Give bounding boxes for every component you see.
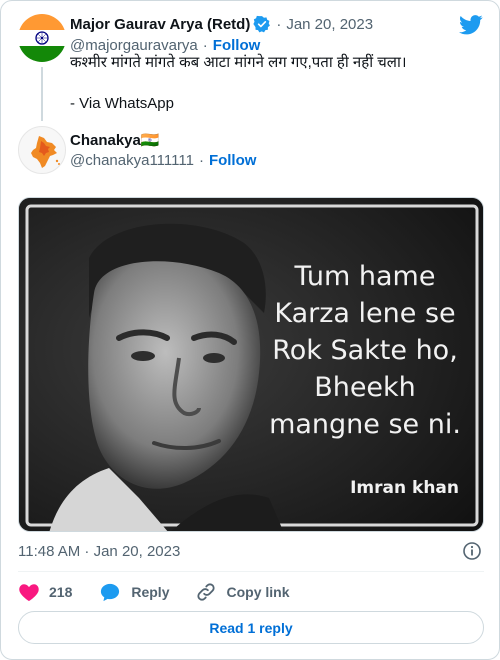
quoted-author-handle[interactable]: @chanakya111111 xyxy=(70,152,194,169)
heart-icon xyxy=(18,582,40,602)
quoted-follow-button[interactable]: Follow xyxy=(209,152,257,169)
tweet-text-line-1: कश्मीर मांगते मांगते कब आटा मांगने लग गए… xyxy=(70,54,407,71)
actions-row: 218 Reply Copy link xyxy=(18,581,290,603)
verified-badge-icon xyxy=(253,15,271,33)
thread-connector-line xyxy=(41,67,43,121)
separator-dot: · xyxy=(202,36,208,54)
info-icon[interactable] xyxy=(462,541,482,566)
copy-link-label: Copy link xyxy=(226,584,290,600)
caption-line: Karza lene se xyxy=(274,298,456,329)
like-button[interactable]: 218 xyxy=(18,582,72,602)
tweet-media-image[interactable]: Tum hame Karza lene se Rok Sakte ho, Bhe… xyxy=(18,197,484,532)
tweet-timestamp[interactable]: 11:48 AM · Jan 20, 2023 xyxy=(18,543,180,560)
like-count: 218 xyxy=(49,584,73,600)
twitter-bird-icon[interactable] xyxy=(459,15,483,40)
reply-button[interactable]: Reply xyxy=(99,582,169,602)
author-avatar[interactable] xyxy=(18,14,66,62)
caption-line: Rok Sakte ho, xyxy=(272,335,458,366)
follow-button[interactable]: Follow xyxy=(213,37,261,54)
caption-line: Bheekh xyxy=(314,372,416,403)
reply-bubble-icon xyxy=(99,582,121,602)
author-row: Major Gaurav Arya (Retd) · Jan 20, 2023 xyxy=(70,14,373,34)
caption-line: mangne se ni. xyxy=(269,409,461,440)
divider xyxy=(18,571,484,572)
tweet-card: Major Gaurav Arya (Retd) · Jan 20, 2023 … xyxy=(0,0,500,660)
tweet-date[interactable]: Jan 20, 2023 xyxy=(286,16,373,33)
media-signature: Imran khan xyxy=(350,478,459,498)
separator-dot: · xyxy=(198,151,204,169)
author-name[interactable]: Major Gaurav Arya (Retd) xyxy=(70,16,250,33)
handle-row: @majorgauravarya · Follow xyxy=(70,35,260,55)
read-replies-label: Read 1 reply xyxy=(209,619,293,636)
timestamp-row: 11:48 AM · Jan 20, 2023 xyxy=(18,541,180,561)
author-handle[interactable]: @majorgauravarya xyxy=(70,37,198,54)
quoted-author-row: Chanakya🇮🇳 xyxy=(70,130,160,150)
reply-label: Reply xyxy=(131,584,170,600)
link-icon xyxy=(195,581,217,603)
tweet-text-line-2: - Via WhatsApp xyxy=(70,95,174,112)
caption-line: Tum hame xyxy=(294,261,436,292)
read-replies-button[interactable]: Read 1 reply xyxy=(18,611,484,644)
separator-dot: · xyxy=(276,15,282,33)
media-caption: Tum hame Karza lene se Rok Sakte ho, Bhe… xyxy=(265,258,465,443)
quoted-author-avatar[interactable] xyxy=(18,126,66,174)
copy-link-button[interactable]: Copy link xyxy=(195,581,290,603)
quoted-handle-row: @chanakya111111 · Follow xyxy=(70,150,256,170)
quoted-author-name[interactable]: Chanakya🇮🇳 xyxy=(70,131,160,149)
